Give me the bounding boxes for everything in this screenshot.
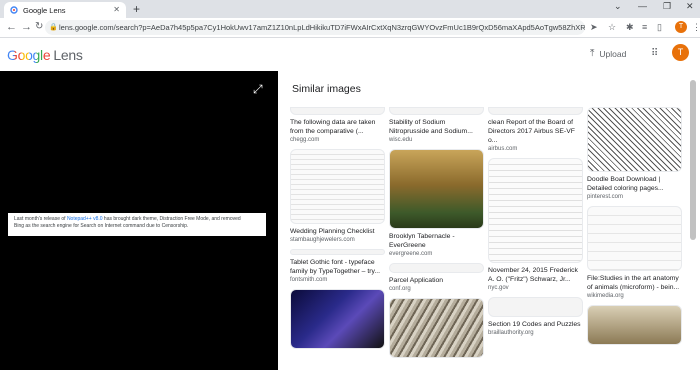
result-source: wikimedia.org [587, 293, 624, 299]
section-title: Similar images [292, 83, 361, 95]
result-title: Brooklyn Tabernacle - EverGreene [389, 233, 455, 249]
clip-text-2: Bing as the search engine for Search on … [14, 223, 189, 229]
result-card[interactable]: clean Report of the Board of Directors 2… [488, 107, 583, 152]
result-title: November 24, 2015 Frederick A. O. ("Frit… [488, 267, 578, 283]
result-title: clean Report of the Board of Directors 2… [488, 119, 575, 144]
result-source: evergreene.com [389, 251, 433, 257]
logo-google: Google [7, 47, 51, 63]
results-scrollbar[interactable] [690, 80, 696, 240]
result-source: stambaughjewelers.com [290, 237, 355, 243]
result-card[interactable]: File:Studies in the art anatomy of anima… [587, 206, 682, 299]
close-tab-icon[interactable]: ✕ [113, 5, 120, 14]
result-source: braillauthority.org [488, 330, 534, 336]
result-card[interactable]: Doodle Boat Download | Detailed coloring… [587, 107, 682, 200]
upload-icon: ⤒ [590, 48, 595, 59]
google-apps-icon[interactable]: ⠿ [651, 48, 658, 59]
reading-list-icon[interactable]: ≡ [642, 22, 647, 32]
bookmark-star-icon[interactable]: ☆ [608, 22, 616, 33]
share-icon[interactable]: ➤ [590, 22, 598, 33]
clip-link: Notepad++ v8.0 [66, 216, 103, 222]
result-title: Doodle Boat Download | Detailed coloring… [587, 176, 664, 192]
query-image[interactable]: Last month's release of Notepad++ v8.0 h… [8, 213, 266, 236]
upload-label: Upload [599, 48, 627, 59]
result-thumbnail [488, 107, 583, 115]
reload-button[interactable]: ↻ [35, 20, 43, 34]
result-title: Tablet Gothic font - typeface family by … [290, 259, 381, 275]
result-source: conf.org [389, 286, 411, 292]
result-card[interactable]: Tablet Gothic font - typeface family by … [290, 249, 385, 283]
result-source: fontsmith.com [290, 277, 328, 283]
result-card[interactable]: Brooklyn Tabernacle - EverGreene evergre… [389, 149, 484, 257]
result-source: pinterest.com [587, 194, 624, 200]
tab-google-lens[interactable]: Google Lens ✕ [4, 2, 126, 18]
result-thumbnail [587, 107, 682, 172]
clip-text-1b: has brought dark theme, Distraction Free… [102, 216, 241, 222]
result-thumbnail [587, 305, 682, 345]
query-image-pane: ⤢ Last month's release of Notepad++ v8.0… [0, 71, 278, 370]
result-thumbnail [587, 206, 682, 271]
lock-icon: 🔒 [49, 24, 58, 31]
result-thumbnail [389, 149, 484, 229]
browser-toolbar: ← → ↻ 🔒 lens.google.com/search?p=AeDa7h4… [0, 18, 700, 38]
result-thumbnail [488, 297, 583, 317]
close-window-button[interactable]: ✕ [686, 1, 694, 12]
results-column-1: The following data are taken from the co… [290, 107, 385, 355]
result-title: The following data are taken from the co… [290, 119, 376, 135]
result-card[interactable]: Section 19 Codes and Puzzles braillautho… [488, 297, 583, 336]
back-button[interactable]: ← [6, 20, 17, 34]
results-column-2: Stability of Sodium Nitroprusside and So… [389, 107, 484, 364]
extensions-icon[interactable]: ✱ [626, 22, 634, 33]
result-source: airbus.com [488, 146, 518, 152]
result-title: Section 19 Codes and Puzzles [488, 321, 581, 328]
results-column-4: Doodle Boat Download | Detailed coloring… [587, 107, 682, 351]
result-thumbnail [290, 289, 385, 349]
result-card[interactable] [389, 298, 484, 358]
forward-button[interactable]: → [21, 20, 32, 34]
results-column-3: clean Report of the Board of Directors 2… [488, 107, 583, 342]
new-tab-button[interactable]: + [133, 2, 140, 16]
result-card[interactable] [587, 305, 682, 345]
lens-header: Google Lens ⤒ Upload ⠿ T [0, 38, 700, 71]
result-thumbnail [389, 298, 484, 358]
result-title: Parcel Application [389, 277, 444, 284]
browser-menu-icon[interactable]: ⋮ [692, 22, 700, 33]
result-source: nyc.gov [488, 285, 509, 291]
results-pane: Similar images The following data are ta… [278, 71, 700, 370]
lens-favicon-icon [10, 6, 18, 14]
expand-icon[interactable]: ⤢ [253, 82, 263, 97]
result-title: File:Studies in the art anatomy of anima… [587, 275, 680, 291]
google-lens-logo[interactable]: Google Lens [7, 47, 83, 63]
result-source: chegg.com [290, 137, 320, 143]
maximize-button[interactable]: ❐ [663, 1, 671, 12]
browser-profile-avatar[interactable]: T [675, 21, 687, 33]
result-card[interactable]: Wedding Planning Checklist stambaughjewe… [290, 149, 385, 243]
result-thumbnail [389, 263, 484, 273]
tab-strip: Google Lens ✕ + ⌄ — ❐ ✕ [0, 0, 700, 18]
account-avatar[interactable]: T [672, 44, 689, 61]
result-title: Wedding Planning Checklist [290, 228, 375, 235]
result-thumbnail [290, 249, 385, 255]
result-thumbnail [290, 107, 385, 115]
clip-text-1a: Last month's release of [14, 216, 67, 222]
url-text: lens.google.com/search?p=AeDa7h45p5pa7Cy… [59, 23, 585, 32]
side-panel-icon[interactable]: ▯ [657, 22, 662, 33]
minimize-button[interactable]: — [638, 1, 647, 11]
result-card[interactable]: The following data are taken from the co… [290, 107, 385, 143]
result-card[interactable] [290, 289, 385, 349]
result-thumbnail [389, 107, 484, 115]
result-card[interactable]: Stability of Sodium Nitroprusside and So… [389, 107, 484, 143]
result-title: Stability of Sodium Nitroprusside and So… [389, 119, 473, 135]
chevron-down-icon[interactable]: ⌄ [614, 1, 622, 12]
result-source: wisc.edu [389, 137, 413, 143]
result-thumbnail [488, 158, 583, 263]
result-card[interactable]: Parcel Application conf.org [389, 263, 484, 292]
result-card[interactable]: November 24, 2015 Frederick A. O. ("Frit… [488, 158, 583, 291]
upload-button[interactable]: ⤒ Upload [590, 48, 626, 59]
tab-title: Google Lens [23, 5, 66, 15]
address-bar[interactable]: 🔒 lens.google.com/search?p=AeDa7h45p5pa7… [45, 20, 585, 35]
logo-lens: Lens [53, 47, 83, 63]
result-thumbnail [290, 149, 385, 224]
